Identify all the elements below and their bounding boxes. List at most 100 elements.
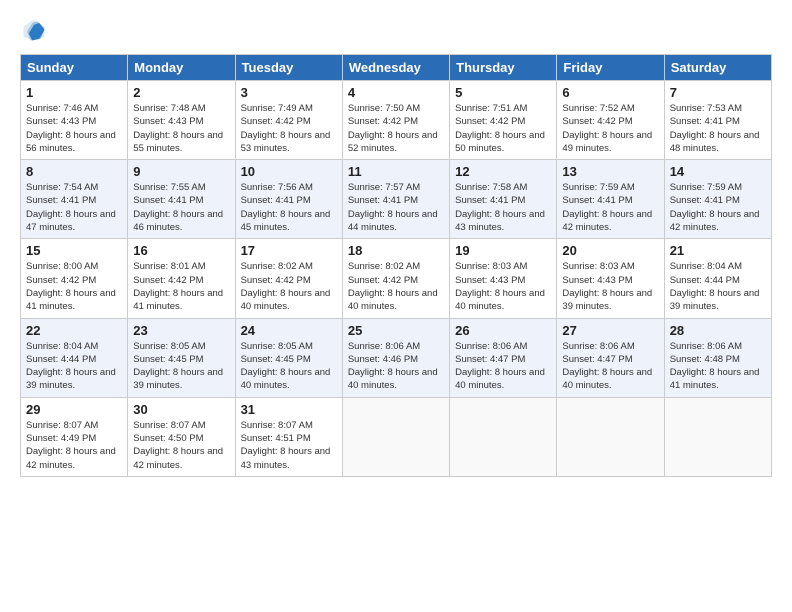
- calendar-week-row: 29Sunrise: 8:07 AMSunset: 4:49 PMDayligh…: [21, 397, 772, 476]
- calendar-cell: 29Sunrise: 8:07 AMSunset: 4:49 PMDayligh…: [21, 397, 128, 476]
- day-number: 5: [455, 85, 551, 100]
- calendar-cell: 31Sunrise: 8:07 AMSunset: 4:51 PMDayligh…: [235, 397, 342, 476]
- day-number: 18: [348, 243, 444, 258]
- cell-details: Sunrise: 8:03 AMSunset: 4:43 PMDaylight:…: [562, 261, 652, 312]
- cell-details: Sunrise: 8:04 AMSunset: 4:44 PMDaylight:…: [26, 341, 116, 392]
- column-header-wednesday: Wednesday: [342, 55, 449, 81]
- cell-details: Sunrise: 7:57 AMSunset: 4:41 PMDaylight:…: [348, 182, 438, 233]
- cell-details: Sunrise: 7:48 AMSunset: 4:43 PMDaylight:…: [133, 103, 223, 154]
- cell-details: Sunrise: 8:03 AMSunset: 4:43 PMDaylight:…: [455, 261, 545, 312]
- cell-details: Sunrise: 8:07 AMSunset: 4:51 PMDaylight:…: [241, 420, 331, 471]
- calendar-cell: 23 Sunrise: 8:05 AMSunset: 4:45 PMDayligh…: [128, 318, 235, 397]
- day-number: 14: [670, 164, 766, 179]
- column-header-tuesday: Tuesday: [235, 55, 342, 81]
- day-number: 16: [133, 243, 229, 258]
- cell-details: Sunrise: 7:54 AMSunset: 4:41 PMDaylight:…: [26, 182, 116, 233]
- day-number: 24: [241, 323, 337, 338]
- calendar-cell: 9 Sunrise: 7:55 AMSunset: 4:41 PMDaylight…: [128, 160, 235, 239]
- calendar-cell: 17Sunrise: 8:02 AMSunset: 4:42 PMDayligh…: [235, 239, 342, 318]
- calendar-cell: 20 Sunrise: 8:03 AMSunset: 4:43 PMDayligh…: [557, 239, 664, 318]
- cell-details: Sunrise: 8:07 AMSunset: 4:50 PMDaylight:…: [133, 420, 223, 471]
- calendar-cell: 10Sunrise: 7:56 AMSunset: 4:41 PMDayligh…: [235, 160, 342, 239]
- calendar-cell: 22 Sunrise: 8:04 AMSunset: 4:44 PMDayligh…: [21, 318, 128, 397]
- calendar-cell: 26 Sunrise: 8:06 AMSunset: 4:47 PMDayligh…: [450, 318, 557, 397]
- calendar-cell: 4 Sunrise: 7:50 AMSunset: 4:42 PMDaylight…: [342, 81, 449, 160]
- calendar-cell: 30 Sunrise: 8:07 AMSunset: 4:50 PMDayligh…: [128, 397, 235, 476]
- day-number: 27: [562, 323, 658, 338]
- cell-details: Sunrise: 8:06 AMSunset: 4:46 PMDaylight:…: [348, 341, 438, 392]
- cell-details: Sunrise: 7:56 AMSunset: 4:41 PMDaylight:…: [241, 182, 331, 233]
- day-number: 15: [26, 243, 122, 258]
- calendar-week-row: 22 Sunrise: 8:04 AMSunset: 4:44 PMDayligh…: [21, 318, 772, 397]
- cell-details: Sunrise: 8:01 AMSunset: 4:42 PMDaylight:…: [133, 261, 223, 312]
- day-number: 3: [241, 85, 337, 100]
- column-header-saturday: Saturday: [664, 55, 771, 81]
- logo-icon: [20, 16, 48, 44]
- cell-details: Sunrise: 7:49 AMSunset: 4:42 PMDaylight:…: [241, 103, 331, 154]
- day-number: 11: [348, 164, 444, 179]
- calendar-cell: 21 Sunrise: 8:04 AMSunset: 4:44 PMDayligh…: [664, 239, 771, 318]
- day-number: 22: [26, 323, 122, 338]
- column-header-thursday: Thursday: [450, 55, 557, 81]
- day-number: 23: [133, 323, 229, 338]
- calendar-cell: 16 Sunrise: 8:01 AMSunset: 4:42 PMDayligh…: [128, 239, 235, 318]
- day-number: 21: [670, 243, 766, 258]
- day-number: 8: [26, 164, 122, 179]
- day-number: 1: [26, 85, 122, 100]
- day-number: 20: [562, 243, 658, 258]
- calendar-table: SundayMondayTuesdayWednesdayThursdayFrid…: [20, 54, 772, 477]
- calendar-cell: 15 Sunrise: 8:00 AMSunset: 4:42 PMDayligh…: [21, 239, 128, 318]
- calendar-cell: 5 Sunrise: 7:51 AMSunset: 4:42 PMDaylight…: [450, 81, 557, 160]
- calendar-cell: 19 Sunrise: 8:03 AMSunset: 4:43 PMDayligh…: [450, 239, 557, 318]
- calendar-cell: 7Sunrise: 7:53 AMSunset: 4:41 PMDaylight…: [664, 81, 771, 160]
- cell-details: Sunrise: 8:00 AMSunset: 4:42 PMDaylight:…: [26, 261, 116, 312]
- cell-details: Sunrise: 8:06 AMSunset: 4:48 PMDaylight:…: [670, 341, 760, 392]
- calendar-cell: [450, 397, 557, 476]
- day-number: 9: [133, 164, 229, 179]
- calendar-cell: 28 Sunrise: 8:06 AMSunset: 4:48 PMDayligh…: [664, 318, 771, 397]
- cell-details: Sunrise: 7:59 AMSunset: 4:41 PMDaylight:…: [670, 182, 760, 233]
- calendar-week-row: 15 Sunrise: 8:00 AMSunset: 4:42 PMDayligh…: [21, 239, 772, 318]
- column-header-monday: Monday: [128, 55, 235, 81]
- day-number: 17: [241, 243, 337, 258]
- calendar-cell: 14 Sunrise: 7:59 AMSunset: 4:41 PMDayligh…: [664, 160, 771, 239]
- calendar-cell: 24 Sunrise: 8:05 AMSunset: 4:45 PMDayligh…: [235, 318, 342, 397]
- day-number: 12: [455, 164, 551, 179]
- cell-details: Sunrise: 8:04 AMSunset: 4:44 PMDaylight:…: [670, 261, 760, 312]
- cell-details: Sunrise: 7:50 AMSunset: 4:42 PMDaylight:…: [348, 103, 438, 154]
- cell-details: Sunrise: 8:02 AMSunset: 4:42 PMDaylight:…: [348, 261, 438, 312]
- cell-details: Sunrise: 7:51 AMSunset: 4:42 PMDaylight:…: [455, 103, 545, 154]
- day-number: 25: [348, 323, 444, 338]
- cell-details: Sunrise: 7:46 AMSunset: 4:43 PMDaylight:…: [26, 103, 116, 154]
- day-number: 28: [670, 323, 766, 338]
- calendar-cell: 27 Sunrise: 8:06 AMSunset: 4:47 PMDayligh…: [557, 318, 664, 397]
- calendar-cell: 12 Sunrise: 7:58 AMSunset: 4:41 PMDayligh…: [450, 160, 557, 239]
- day-number: 2: [133, 85, 229, 100]
- calendar-cell: 6Sunrise: 7:52 AMSunset: 4:42 PMDaylight…: [557, 81, 664, 160]
- cell-details: Sunrise: 7:58 AMSunset: 4:41 PMDaylight:…: [455, 182, 545, 233]
- day-number: 4: [348, 85, 444, 100]
- cell-details: Sunrise: 8:06 AMSunset: 4:47 PMDaylight:…: [455, 341, 545, 392]
- cell-details: Sunrise: 7:59 AMSunset: 4:41 PMDaylight:…: [562, 182, 652, 233]
- logo: [20, 16, 52, 44]
- cell-details: Sunrise: 8:05 AMSunset: 4:45 PMDaylight:…: [133, 341, 223, 392]
- calendar-cell: [342, 397, 449, 476]
- calendar-cell: [557, 397, 664, 476]
- calendar-cell: 3 Sunrise: 7:49 AMSunset: 4:42 PMDaylight…: [235, 81, 342, 160]
- cell-details: Sunrise: 7:55 AMSunset: 4:41 PMDaylight:…: [133, 182, 223, 233]
- calendar-cell: 1 Sunrise: 7:46 AMSunset: 4:43 PMDaylight…: [21, 81, 128, 160]
- calendar-cell: 18 Sunrise: 8:02 AMSunset: 4:42 PMDayligh…: [342, 239, 449, 318]
- calendar-cell: 8 Sunrise: 7:54 AMSunset: 4:41 PMDaylight…: [21, 160, 128, 239]
- column-header-friday: Friday: [557, 55, 664, 81]
- cell-details: Sunrise: 8:05 AMSunset: 4:45 PMDaylight:…: [241, 341, 331, 392]
- day-number: 19: [455, 243, 551, 258]
- day-number: 30: [133, 402, 229, 417]
- calendar-week-row: 8 Sunrise: 7:54 AMSunset: 4:41 PMDaylight…: [21, 160, 772, 239]
- day-number: 26: [455, 323, 551, 338]
- calendar-week-row: 1 Sunrise: 7:46 AMSunset: 4:43 PMDaylight…: [21, 81, 772, 160]
- calendar-cell: 2 Sunrise: 7:48 AMSunset: 4:43 PMDaylight…: [128, 81, 235, 160]
- cell-details: Sunrise: 8:06 AMSunset: 4:47 PMDaylight:…: [562, 341, 652, 392]
- column-header-sunday: Sunday: [21, 55, 128, 81]
- header: [20, 16, 772, 44]
- calendar-cell: 25 Sunrise: 8:06 AMSunset: 4:46 PMDayligh…: [342, 318, 449, 397]
